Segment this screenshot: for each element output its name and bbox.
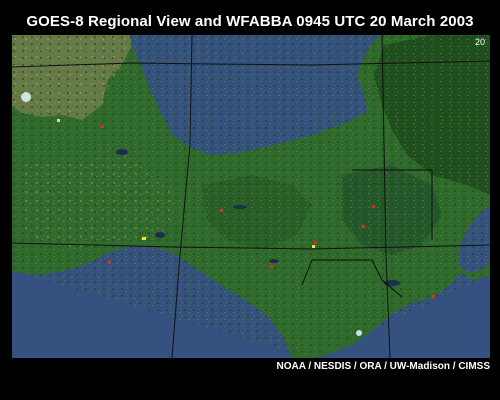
fire-pixel xyxy=(100,125,104,128)
cloud xyxy=(356,330,362,336)
fire-pixel xyxy=(220,209,223,212)
hotspot xyxy=(57,119,60,122)
lake xyxy=(116,149,128,155)
lake xyxy=(155,232,165,238)
hotspot xyxy=(142,237,146,240)
frame-number: 20 xyxy=(474,37,485,47)
fire-pixel xyxy=(432,295,435,298)
credit-line: NOAA / NESDIS / ORA / UW-Madison / CIMSS xyxy=(276,361,490,372)
fire-pixel xyxy=(362,225,365,228)
map-graphic xyxy=(12,35,490,358)
fire-pixel xyxy=(372,205,375,208)
cloud xyxy=(21,92,31,102)
fire-pixel xyxy=(314,241,317,244)
hotspot xyxy=(312,245,315,248)
fire-pixel xyxy=(270,265,273,268)
fire-pixel xyxy=(108,261,111,264)
lake xyxy=(384,280,400,286)
satellite-map: 20 xyxy=(12,35,490,358)
lake xyxy=(233,205,247,209)
map-title: GOES-8 Regional View and WFABBA 0945 UTC… xyxy=(26,13,474,30)
lake xyxy=(269,259,279,263)
